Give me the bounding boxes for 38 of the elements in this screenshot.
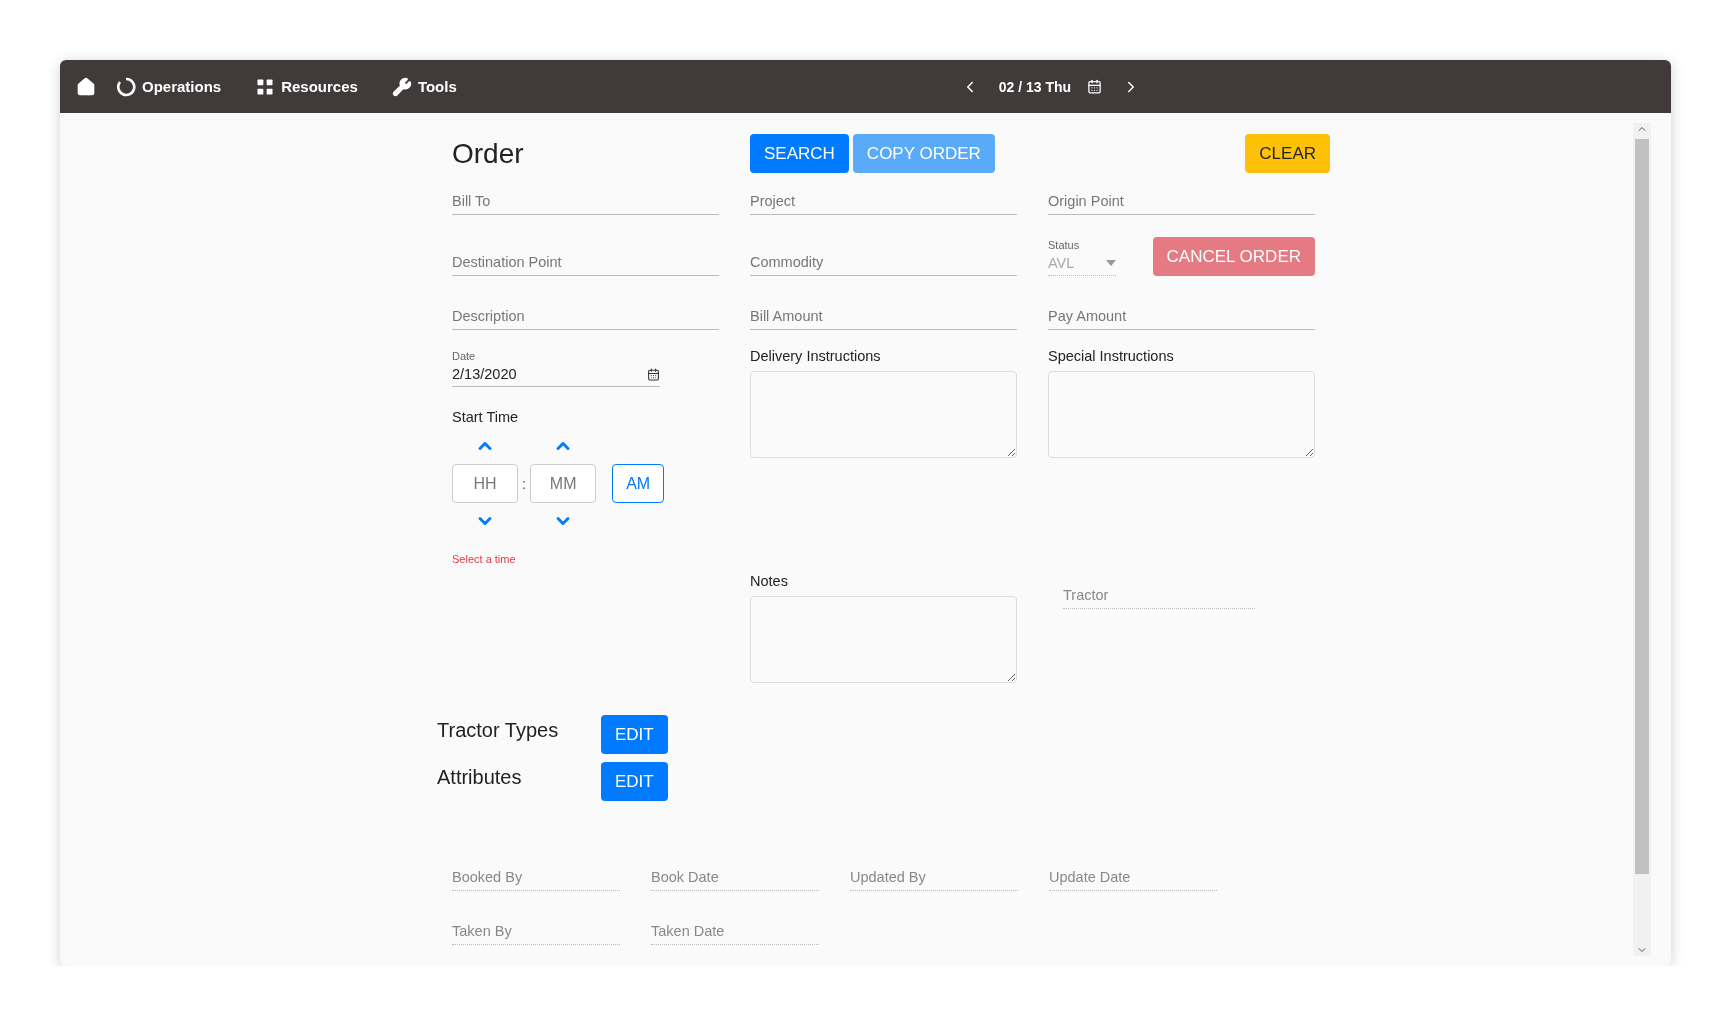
text-field[interactable]: Origin Point bbox=[1048, 183, 1315, 215]
text-field[interactable]: Pay Amount bbox=[1048, 298, 1315, 330]
date-label: Date bbox=[452, 350, 477, 362]
calendar-icon[interactable] bbox=[1087, 79, 1103, 94]
textarea-label: Delivery Instructions bbox=[750, 348, 882, 364]
status-label: Status bbox=[1048, 239, 1081, 251]
toolbar-button[interactable]: SEARCH bbox=[750, 134, 849, 173]
start-time-label: Start Time bbox=[452, 409, 520, 425]
text-field[interactable]: Project bbox=[750, 183, 1017, 215]
minute-field[interactable]: MM bbox=[530, 464, 597, 503]
wrench-icon bbox=[391, 76, 412, 97]
caret-icon bbox=[1106, 260, 1116, 266]
home-icon[interactable] bbox=[76, 76, 96, 97]
text-field[interactable]: Bill Amount bbox=[750, 298, 1017, 330]
error-message: Select a time bbox=[452, 553, 517, 565]
text-field[interactable]: Destination Point bbox=[452, 244, 719, 276]
edit-button[interactable]: EDIT bbox=[601, 715, 668, 754]
text-field[interactable]: Bill To bbox=[452, 183, 719, 215]
hour-field[interactable]: HH bbox=[452, 464, 518, 503]
clear-button[interactable]: CLEAR bbox=[1245, 134, 1330, 173]
nav-item[interactable]: Operations bbox=[116, 76, 222, 97]
toolbar-button[interactable]: COPY ORDER bbox=[852, 134, 995, 173]
section-title: Tractor Types bbox=[437, 719, 560, 742]
am-pm-toggle[interactable]: AM bbox=[612, 464, 665, 503]
nav-item[interactable]: Tools bbox=[391, 76, 457, 97]
text-field[interactable]: Commodity bbox=[750, 244, 1017, 276]
textarea-label: Special Instructions bbox=[1048, 348, 1175, 364]
calendar-icon bbox=[647, 367, 660, 381]
page-title: Order bbox=[452, 137, 525, 170]
edit-button[interactable]: EDIT bbox=[601, 762, 668, 801]
date-field[interactable]: 2/13/2020 bbox=[452, 366, 660, 387]
scrollbar[interactable] bbox=[1633, 123, 1651, 956]
section-title: Attributes bbox=[437, 766, 523, 789]
nav-item[interactable]: Resources bbox=[255, 76, 358, 97]
text-field[interactable]: Description bbox=[452, 298, 719, 330]
time-separator: : bbox=[522, 475, 527, 492]
date-display: 02 / 13 Thu bbox=[998, 78, 1072, 95]
textarea-label: Notes bbox=[750, 573, 789, 589]
